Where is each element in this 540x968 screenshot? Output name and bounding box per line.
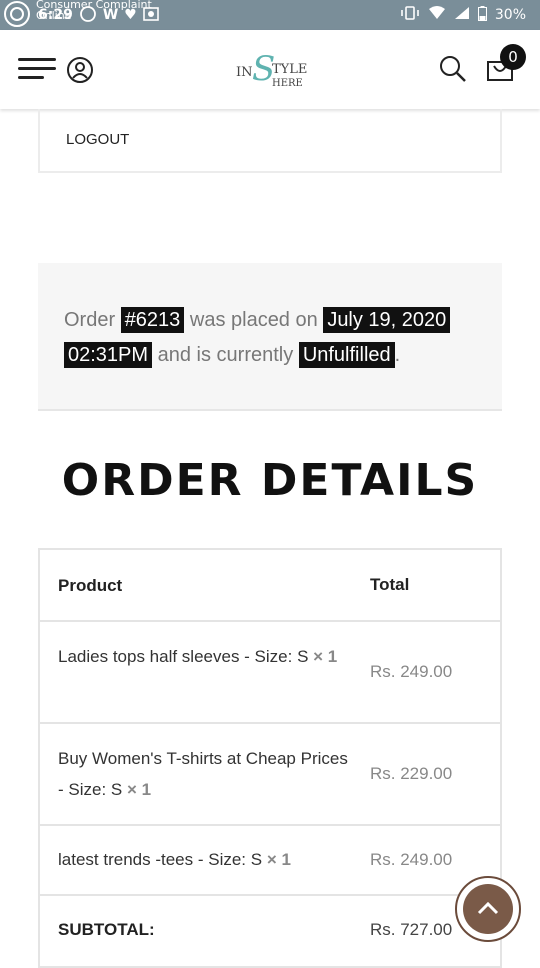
item-total: Rs. 249.00 xyxy=(370,850,453,869)
logout-link[interactable]: LOGOUT xyxy=(66,131,129,148)
table-header-row: Product Total xyxy=(40,550,500,620)
order-status: Unfulfilled xyxy=(298,342,395,368)
item-quantity: × 1 xyxy=(126,780,152,799)
subtotal-label: SUBTOTAL: xyxy=(58,920,155,939)
notification-icon xyxy=(2,0,32,32)
subtotal-value: Rs. 727.00 xyxy=(370,920,453,939)
order-status-text: and is currently xyxy=(157,344,294,366)
order-placed-text: was placed on xyxy=(189,309,318,331)
account-menu: LOGOUT xyxy=(38,109,502,173)
vibrate-icon xyxy=(400,6,420,24)
chevron-up-icon xyxy=(477,901,499,915)
order-suffix: . xyxy=(394,344,401,366)
order-prefix: Order xyxy=(64,309,116,331)
table-row: latest trends -tees - Size: S × 1 Rs. 24… xyxy=(40,824,500,894)
item-quantity: × 1 xyxy=(313,647,338,666)
battery-icon xyxy=(477,5,487,25)
svg-text:IN: IN xyxy=(236,65,253,80)
subtotal-row: SUBTOTAL: Rs. 727.00 xyxy=(40,894,500,966)
order-notice: Order #6213 was placed on July 19, 2020 … xyxy=(38,263,502,411)
search-icon[interactable] xyxy=(438,54,468,84)
order-details-title: ORDER DETAILS xyxy=(61,455,479,506)
back-to-top-button[interactable] xyxy=(455,876,521,942)
item-quantity: × 1 xyxy=(266,850,291,869)
item-total: Rs. 229.00 xyxy=(370,764,453,783)
status-bar-right: 30% xyxy=(400,0,526,30)
battery-level: 30% xyxy=(494,7,526,23)
top-navigation: IN S TYLE HERE 0 xyxy=(0,30,540,109)
item-name[interactable]: latest trends -tees - Size: S × 1 xyxy=(58,844,348,875)
item-name[interactable]: Ladies tops half sleeves - Size: S × 1 xyxy=(58,641,348,672)
column-header-product: Product xyxy=(58,576,123,595)
table-row: Ladies tops half sleeves - Size: S × 1 R… xyxy=(40,620,500,722)
notification-overlay-text: Consumer Complaint Online xyxy=(36,0,152,22)
wifi-icon xyxy=(428,6,446,24)
order-number: #6213 xyxy=(120,307,185,333)
svg-text:HERE: HERE xyxy=(272,78,303,89)
column-header-total: Total xyxy=(370,575,410,594)
order-details-table: Product Total Ladies tops half sleeves -… xyxy=(38,548,502,968)
table-row: Buy Women's T-shirts at Cheap Prices - S… xyxy=(40,722,500,824)
back-to-top-circle[interactable] xyxy=(463,884,513,934)
store-logo[interactable]: IN S TYLE HERE xyxy=(232,46,310,92)
item-total: Rs. 249.00 xyxy=(370,662,453,681)
menu-icon[interactable] xyxy=(18,58,58,84)
cart-count-badge[interactable]: 0 xyxy=(500,44,526,70)
status-bar: 6:29 W ♥ Consumer Complaint Online 30% xyxy=(0,0,540,30)
account-icon[interactable] xyxy=(66,56,94,84)
item-name[interactable]: Buy Women's T-shirts at Cheap Prices - S… xyxy=(58,743,348,805)
order-time: 02:31PM xyxy=(64,342,153,368)
order-date: July 19, 2020 xyxy=(323,307,451,333)
signal-icon xyxy=(454,6,470,24)
svg-text:TYLE: TYLE xyxy=(272,62,307,77)
